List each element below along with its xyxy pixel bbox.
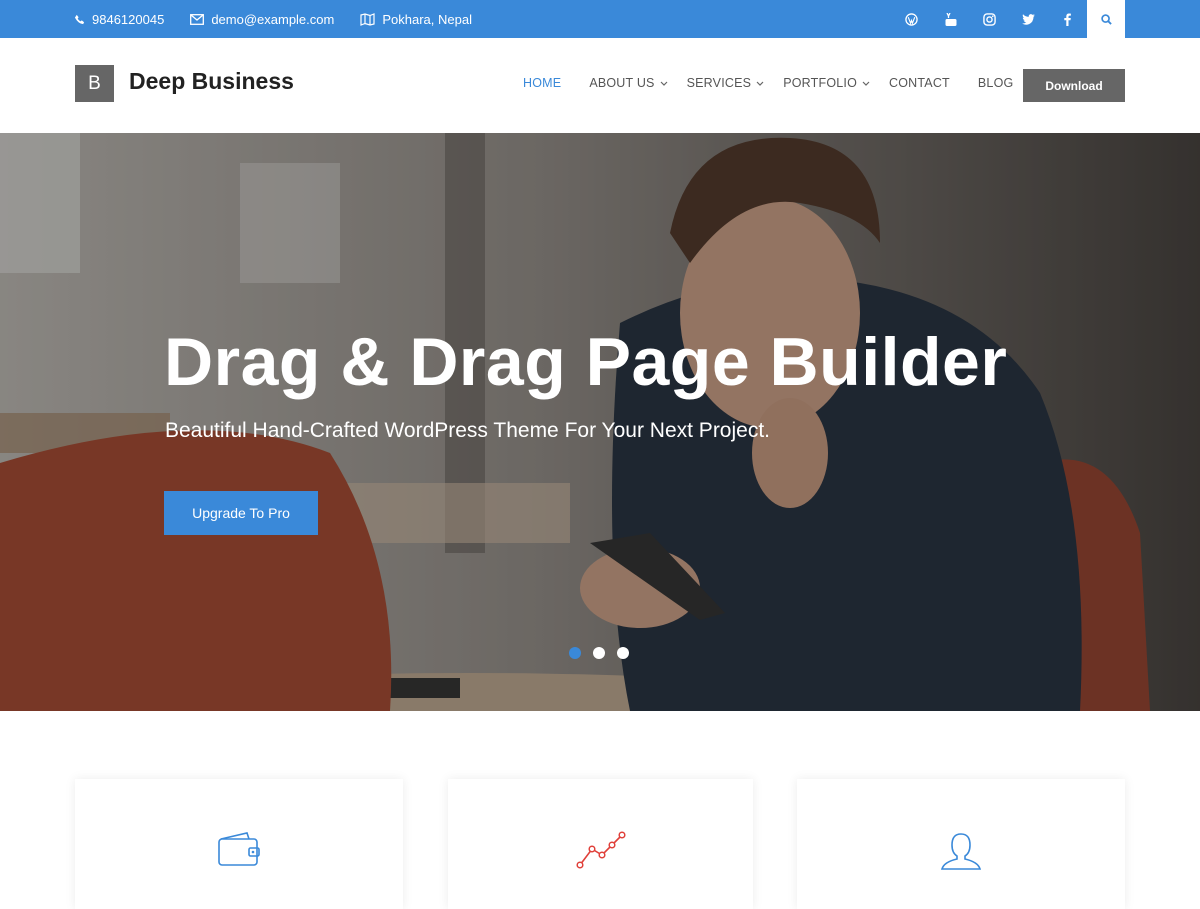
slider-dot-3[interactable] [617,647,629,659]
hero-slider: Drag & Drag Page Builder Beautiful Hand-… [0,133,1200,711]
nav-portfolio[interactable]: PORTFOLIO [783,76,870,90]
features-section [0,711,1200,909]
search-icon [1100,13,1112,25]
email-address: demo@example.com [211,11,335,27]
slider-dot-2[interactable] [593,647,605,659]
phone-info[interactable]: 9846120045 [74,12,164,27]
wordpress-icon[interactable] [892,0,931,38]
slider-pagination [569,647,641,659]
chevron-down-icon [660,81,668,86]
nav-blog[interactable]: BLOG [978,76,1014,90]
location-info[interactable]: Pokhara, Nepal [360,12,472,27]
hero-title: Drag & Drag Page Builder [164,324,1008,400]
instagram-icon[interactable] [970,0,1009,38]
phone-icon [74,14,85,24]
youtube-icon[interactable] [931,0,970,38]
envelope-icon [190,13,205,25]
feature-card [75,779,403,909]
user-icon [940,833,982,870]
feature-card [448,779,753,909]
search-button[interactable] [1087,0,1125,38]
chevron-down-icon [756,81,764,86]
hero-subtitle: Beautiful Hand-Crafted WordPress Theme F… [165,419,771,442]
site-title[interactable]: Deep Business [129,68,294,95]
twitter-icon[interactable] [1009,0,1048,38]
top-bar: 9846120045 demo@example.com Pokhara, Nep… [0,0,1200,38]
line-chart-icon [575,831,626,869]
chevron-down-icon [862,81,870,86]
download-button[interactable]: Download [1023,69,1125,102]
nav-about-us[interactable]: ABOUT US [589,76,668,90]
social-links [892,0,1125,38]
nav-contact[interactable]: CONTACT [889,76,950,90]
phone-number: 9846120045 [92,11,165,27]
site-logo[interactable]: B [75,65,114,102]
nav-services[interactable]: SERVICES [687,76,765,90]
map-icon [360,12,375,26]
feature-card [797,779,1125,909]
slider-dot-1[interactable] [569,647,581,659]
wallet-icon [218,832,260,866]
site-header: B Deep Business HOME ABOUT US SERVICES P… [0,38,1200,133]
contact-info: 9846120045 demo@example.com Pokhara, Nep… [74,0,498,38]
nav-home[interactable]: HOME [523,76,561,90]
location-text: Pokhara, Nepal [382,11,472,27]
main-navigation: HOME ABOUT US SERVICES PORTFOLIO CONTACT… [523,76,1041,90]
upgrade-to-pro-button[interactable]: Upgrade To Pro [164,491,318,535]
facebook-icon[interactable] [1048,0,1087,38]
email-info[interactable]: demo@example.com [190,12,334,27]
